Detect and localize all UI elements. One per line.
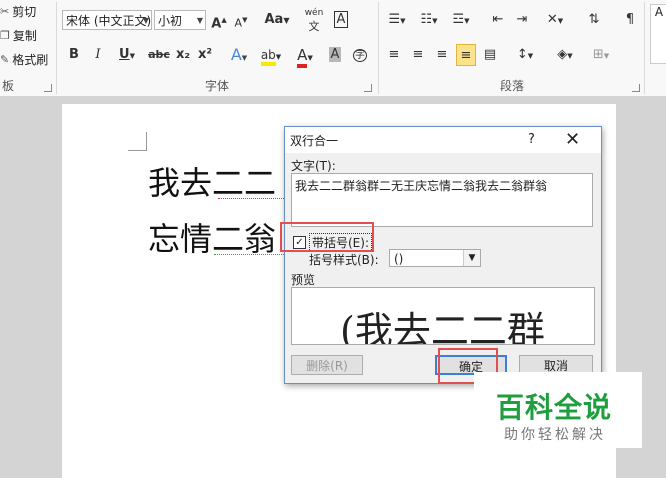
multilevel-list-button[interactable]: ☲▼	[448, 9, 474, 31]
grammar-underline	[214, 252, 284, 255]
cut-button[interactable]: ✂ 剪切	[0, 2, 36, 22]
align-right-button[interactable]: ≡	[432, 44, 452, 66]
strikethrough-button[interactable]: abc	[148, 44, 170, 66]
chevron-down-icon: ▼	[142, 16, 149, 25]
margin-corner-mark	[128, 132, 147, 151]
bracket-style-select[interactable]: () ▼	[389, 249, 481, 267]
style-preview[interactable]: A	[650, 4, 666, 64]
justify-button[interactable]: ≡	[456, 44, 476, 66]
copy-icon: ❐	[0, 29, 10, 42]
numbering-button[interactable]: ☷▼	[416, 9, 442, 31]
font-name-combo[interactable]: 宋体 (中文正文) ▼	[62, 10, 152, 30]
shrink-font-button[interactable]: A▼	[232, 9, 250, 31]
asian-layout-button[interactable]: ✕▼	[542, 9, 568, 31]
paragraph-group: ☰▼ ☷▼ ☲▼ ⇤ ⇥ ✕▼ ⇅ ¶ ≡ ≡ ≡ ≡ ▤ ↕▼ ◈▼ ⊞▼ 段…	[380, 0, 644, 96]
ribbon: ✂ 剪切 ❐ 复制 ✎ 格式刷 板 宋体 (中文正文) ▼ 小初 ▼ A▲ A▼ Aa▼ …	[0, 0, 666, 97]
font-color-button[interactable]: A▼	[292, 44, 318, 68]
preview-text: (我去二二群	[340, 309, 545, 345]
copy-button[interactable]: ❐ 复制	[0, 26, 37, 46]
grow-font-button[interactable]: A▲	[210, 9, 228, 31]
phonetic-guide-button[interactable]: wén 文	[302, 6, 326, 33]
line-spacing-button[interactable]: ↕▼	[512, 44, 538, 66]
font-launcher-icon[interactable]	[364, 84, 372, 92]
highlight-button[interactable]: ab▼	[256, 44, 286, 66]
format-painter-button[interactable]: ✎ 格式刷	[0, 50, 48, 70]
clipboard-group: ✂ 剪切 ❐ 复制 ✎ 格式刷 板	[0, 0, 56, 96]
paragraph-launcher-icon[interactable]	[632, 84, 640, 92]
watermark: 百科全说 助你轻松解决	[474, 372, 642, 448]
sort-button[interactable]: ⇅	[584, 9, 604, 31]
decrease-indent-button[interactable]: ⇤	[488, 9, 508, 31]
checkbox-highlight	[280, 222, 374, 252]
delete-button[interactable]: 删除(R)	[291, 355, 363, 375]
help-button[interactable]: ?	[528, 132, 535, 147]
underline-button[interactable]: U▼	[114, 44, 140, 66]
close-icon[interactable]: ✕	[565, 129, 580, 150]
subscript-button[interactable]: x₂	[174, 44, 192, 66]
font-size-combo[interactable]: 小初 ▼	[154, 10, 206, 30]
grammar-underline	[218, 196, 284, 199]
italic-button[interactable]: I	[90, 44, 106, 66]
brush-icon: ✎	[0, 53, 10, 66]
combine-lines-dialog: 双行合一 ? ✕ 文字(T): 我去二二群翁群二无王庆忘情二翁我去二翁群翁 ✓ …	[284, 126, 602, 384]
chevron-down-icon: ▼	[463, 250, 480, 266]
scissors-icon: ✂	[0, 5, 10, 18]
text-field[interactable]: 我去二二群翁群二无王庆忘情二翁我去二翁群翁	[291, 173, 593, 227]
increase-indent-button[interactable]: ⇥	[512, 9, 532, 31]
distributed-button[interactable]: ▤	[480, 44, 500, 66]
superscript-button[interactable]: x²	[196, 44, 214, 66]
enclose-characters-button[interactable]: 字	[350, 44, 370, 66]
bold-button[interactable]: B	[66, 44, 82, 66]
watermark-subtitle: 助你轻松解决	[504, 427, 606, 443]
preview-box: (我去二二群	[291, 287, 595, 345]
preview-label: 预览	[291, 273, 316, 287]
chevron-down-icon: ▼	[196, 16, 203, 25]
clipboard-launcher-icon[interactable]	[44, 84, 52, 92]
text-effects-button[interactable]: A▼	[226, 44, 252, 66]
font-group: 宋体 (中文正文) ▼ 小初 ▼ A▲ A▼ Aa▼ wén 文 A B I U▼ a…	[58, 0, 376, 96]
character-shading-button[interactable]: A	[326, 44, 344, 66]
dialog-titlebar[interactable]: 双行合一 ? ✕	[285, 127, 601, 153]
dialog-title: 双行合一	[290, 134, 339, 148]
font-group-label: 字体	[204, 79, 229, 93]
shading-button[interactable]: ◈▼	[552, 44, 578, 66]
character-border-button[interactable]: A	[332, 9, 350, 31]
change-case-button[interactable]: Aa▼	[262, 9, 292, 31]
text-label: 文字(T):	[291, 159, 336, 173]
align-left-button[interactable]: ≡	[384, 44, 404, 66]
show-marks-button[interactable]: ¶	[620, 9, 640, 31]
paragraph-group-label: 段落	[499, 79, 524, 93]
bracket-style-label: 括号样式(B):	[309, 253, 379, 267]
bullets-button[interactable]: ☰▼	[384, 9, 410, 31]
center-button[interactable]: ≡	[408, 44, 428, 66]
watermark-title: 百科全说	[496, 391, 613, 424]
borders-button[interactable]: ⊞▼	[588, 44, 614, 66]
